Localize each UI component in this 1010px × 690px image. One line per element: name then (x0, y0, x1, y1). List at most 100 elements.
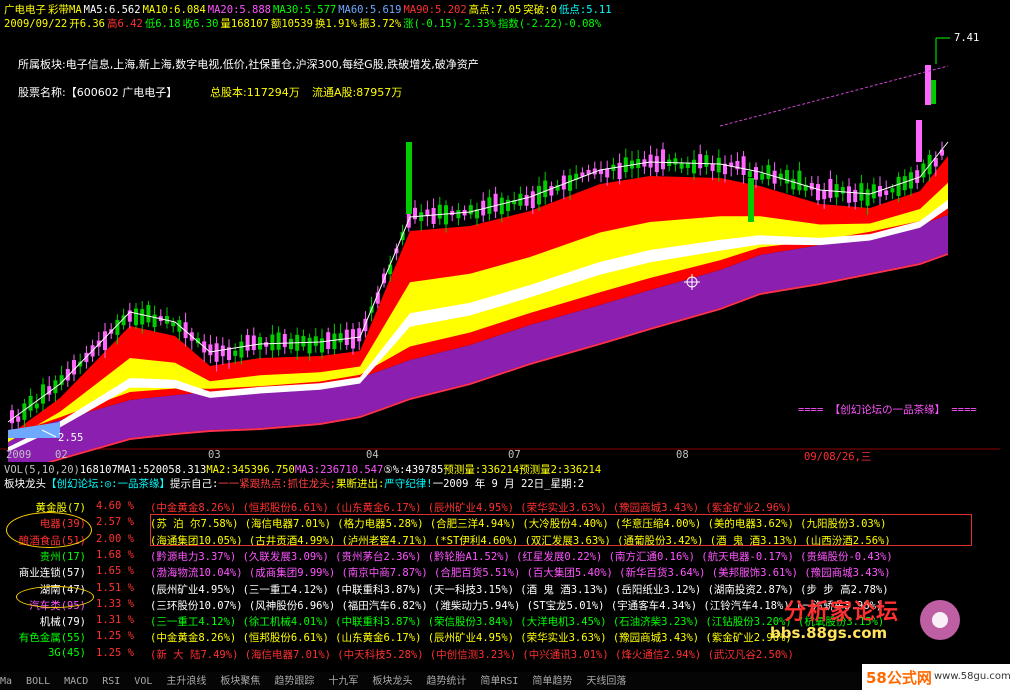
highlight-box (150, 514, 972, 546)
candle-body (537, 185, 541, 205)
indicator-tab-9[interactable]: 板块龙头 (372, 676, 412, 687)
sector-change: 1.51 % (96, 581, 134, 594)
ma-value-8: 高点:7.05 (468, 4, 522, 16)
ohlc-value-8: 振3.72% (359, 18, 402, 30)
candle-body (233, 350, 238, 356)
candle-body (208, 344, 213, 356)
candle-body (766, 165, 771, 180)
sector-change: 2.00 % (96, 532, 134, 545)
indicator-tab-2[interactable]: MACD (64, 676, 88, 687)
low-price-label: 2.55 (58, 432, 83, 444)
candle-body (134, 308, 138, 326)
sector-stocks: (中金黄金8.26%) (恒邦股份6.61%) (山东黄金6.17%) (辰州矿… (150, 502, 792, 514)
vol-value-7: 预测量2:336214 (519, 464, 602, 476)
watermark-title: 分析家论坛 (784, 600, 900, 625)
sector-name: 机械(79) (39, 616, 86, 629)
candle-body (34, 403, 39, 409)
ma-value-5: MA30:5.577 (273, 4, 337, 16)
candle-body (103, 331, 107, 351)
candle-body (716, 157, 721, 173)
candle-body (289, 338, 293, 350)
sector-leader-header: 板块龙头【创幻论坛:◎:一品茶缘】提示自己:一一紧跟热点:抓住龙头;果断进出:严… (4, 476, 584, 491)
candle-body (406, 142, 412, 214)
candle-body (214, 343, 219, 362)
sector-header-part-4: 果断进出: (335, 478, 385, 490)
vol-value-4: MA3:236710.547 (294, 464, 384, 476)
candle-body (890, 188, 895, 193)
sector-stocks: (渤海物流10.04%) (成商集团9.99%) (南京中商7.87%) (合肥… (150, 567, 891, 580)
indicator-tab-8[interactable]: 十九军 (328, 676, 358, 687)
candle-body (760, 173, 765, 180)
vol-value-5: ⑤%:439785 (383, 464, 444, 476)
sector-membership: 所属板块:电子信息,上海,新上海,数字电视,低价,社保重仓,沪深300,每经G股… (18, 58, 479, 71)
candle-body (741, 156, 746, 175)
candle-body (816, 184, 820, 201)
indicator-tab-10[interactable]: 趋势统计 (426, 676, 466, 687)
candle-body (865, 189, 870, 206)
sector-change: 2.57 % (96, 516, 134, 529)
candle-body (605, 168, 610, 178)
candle-body (617, 162, 622, 180)
candle-body (16, 416, 21, 422)
candle-body (487, 197, 492, 214)
candle-body (884, 190, 889, 195)
candle-body (747, 171, 752, 178)
date-axis: 2009 02 03 04 07 08 09/08/26,三 (0, 449, 1000, 463)
candle-body (276, 332, 281, 350)
indicator-tab-11[interactable]: 简单RSI (480, 676, 518, 687)
candle-body (673, 158, 678, 165)
sector-change: 1.31 % (96, 614, 134, 627)
candle-body (258, 337, 262, 350)
candle-body (251, 335, 256, 351)
indicator-tab-0[interactable]: Ma (0, 676, 12, 687)
ohlc-value-2: 高6.42 (107, 18, 143, 30)
indicator-tab-6[interactable]: 板块聚焦 (220, 676, 260, 687)
ma-value-10: 低点:5.11 (558, 4, 612, 16)
highlight-ellipse-auto (16, 586, 94, 608)
indicator-tab-7[interactable]: 趋势跟踪 (274, 676, 314, 687)
indicator-tab-4[interactable]: VOL (134, 676, 152, 687)
sector-header-part-6: 一2009 年 9 月 22日_星期:2 (432, 478, 585, 490)
candle-body (468, 205, 473, 215)
indicator-tab-bar[interactable]: Ma BOLL MACD RSI VOL 主升浪线 板块聚焦 趋势跟踪 十九军 板块龙头 趋势统计 简… (0, 672, 1010, 690)
sector-header-part-2: 提示自己: (169, 478, 219, 490)
vol-value-1: 168107 (79, 464, 118, 476)
ma-value-7: MA90:5.202 (403, 4, 467, 16)
sector-name: 商业连锁(57) (18, 567, 86, 580)
candle-body (220, 345, 225, 357)
candle-body (270, 334, 275, 351)
sector-change: 1.33 % (96, 597, 134, 610)
sector-change: 1.68 % (96, 548, 134, 561)
ohlc-value-3: 低6.18 (144, 18, 181, 30)
candle-body (28, 395, 33, 411)
ma-value-1: 彩带MA (48, 4, 82, 16)
sector-header-part-1: 【创幻论坛:◎:一品茶缘】 (46, 478, 170, 490)
date-tick-4: 07 (508, 449, 521, 461)
ohlc-value-0: 2009/09/22 (4, 18, 68, 30)
candle-body (847, 186, 851, 203)
indicator-tab-12[interactable]: 简单趋势 (532, 676, 572, 687)
candle-body (413, 207, 417, 220)
ohlc-value-5: 量168107 (220, 18, 269, 30)
indicator-tab-1[interactable]: BOLL (26, 676, 50, 687)
ma-value-4: MA20:5.888 (207, 4, 271, 16)
candle-body (654, 156, 659, 173)
vol-value-0: VOL(5,10,20) (4, 464, 80, 476)
candle-body (313, 336, 318, 346)
indicator-tab-3[interactable]: RSI (102, 676, 120, 687)
candle-body (549, 186, 554, 196)
candle-body (754, 167, 758, 180)
sector-name: 有色金属(55) (18, 632, 86, 645)
site-logo: 58公式网 www.58gu.com (862, 664, 1010, 690)
stock-name-label: 股票名称:【600602 广电电子】 (18, 86, 178, 99)
ohlc-value-6: 额10539 (270, 18, 313, 30)
candle-body (568, 175, 572, 191)
indicator-tab-13[interactable]: 天线回落 (586, 676, 626, 687)
candle-body (41, 384, 45, 404)
indicator-tab-5[interactable]: 主升浪线 (166, 676, 206, 687)
high-price-label: 7.41 (954, 32, 979, 44)
ohlc-value-4: 收6.30 (182, 18, 219, 30)
watermark-url: bbs.88gs.com (770, 624, 888, 642)
candle-body (859, 183, 864, 201)
candle-body (692, 159, 696, 174)
